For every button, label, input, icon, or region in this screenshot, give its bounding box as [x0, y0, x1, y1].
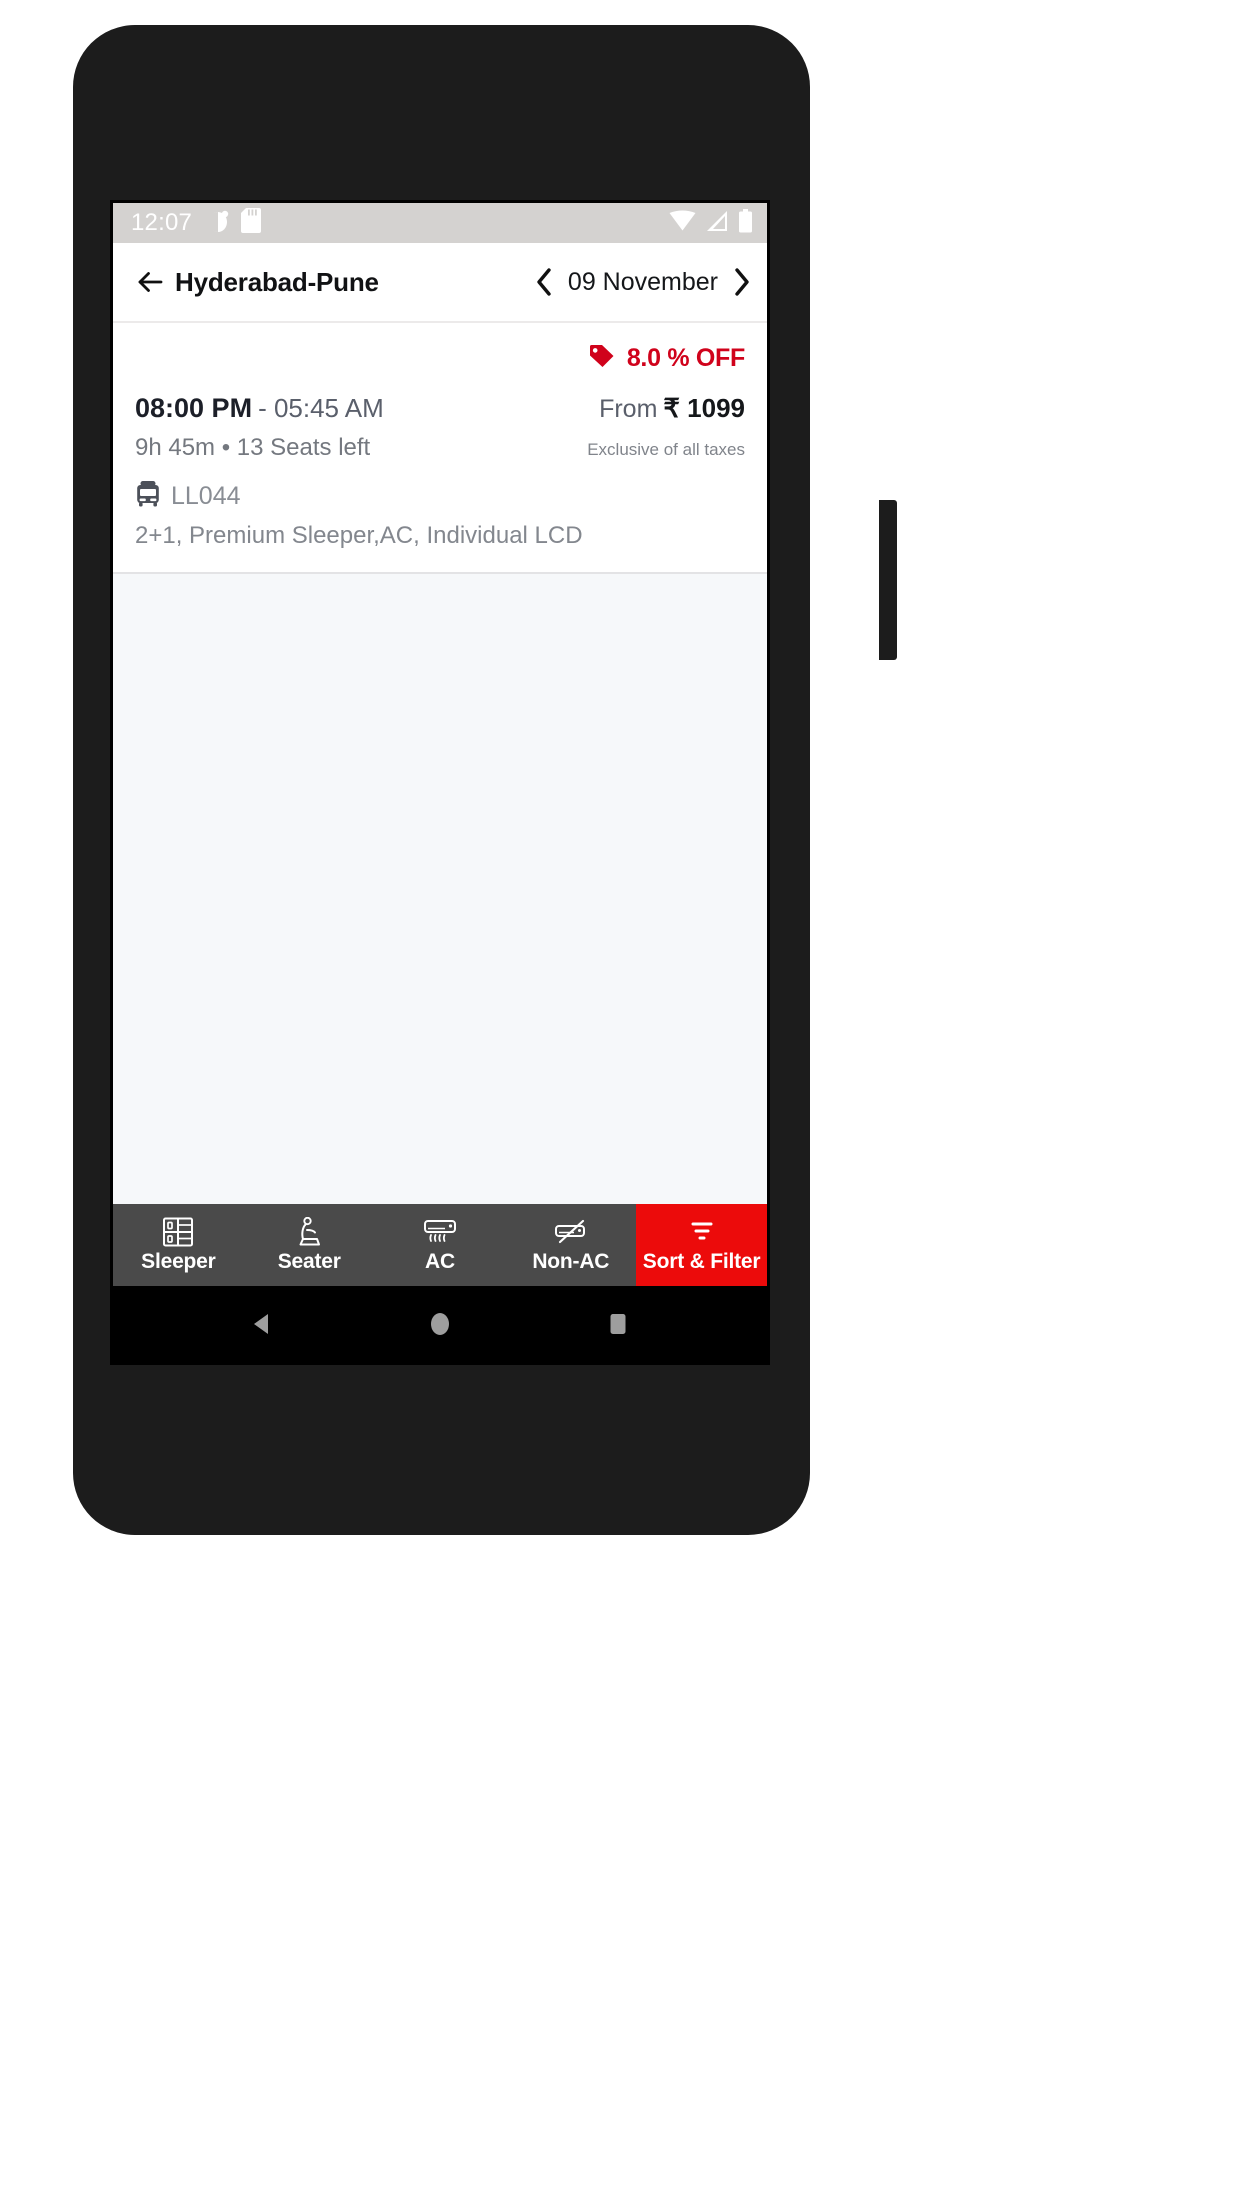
android-navigation-bar	[113, 1286, 767, 1362]
status-bar: 12:07	[113, 203, 767, 243]
tax-note-label: Exclusive of all taxes	[587, 440, 745, 459]
filter-item-seater[interactable]: Seater	[244, 1204, 375, 1286]
duration-and-tax-row: 9h 45m • 13 Seats left Exclusive of all …	[135, 434, 745, 462]
chevron-left-icon[interactable]	[535, 268, 554, 296]
no-air-conditioner-icon	[554, 1217, 588, 1247]
page-title: Hyderabad-Pune	[175, 266, 379, 297]
filter-label-ac: AC	[425, 1249, 455, 1273]
nav-back-triangle-icon[interactable]	[247, 1309, 277, 1339]
filter-bar: Sleeper Seater AC Non-AC Sort & Filter	[113, 1204, 767, 1286]
price-tag-icon	[588, 343, 615, 374]
nav-recents-square-icon[interactable]	[603, 1309, 633, 1339]
filter-item-sort-and-filter[interactable]: Sort & Filter	[636, 1204, 767, 1286]
status-bar-clock: 12:07	[131, 209, 193, 236]
phone-screen: 12:07 Hyderabad-Pune 09 November 8.0 % O…	[110, 200, 770, 1365]
arrival-time: - 05:45 AM	[258, 393, 384, 423]
power-button[interactable]	[879, 500, 897, 660]
price-from-label: From	[599, 395, 658, 423]
filter-item-sleeper[interactable]: Sleeper	[113, 1204, 244, 1286]
filter-label-non-ac: Non-AC	[532, 1249, 610, 1273]
date-navigator: 09 November	[535, 268, 751, 297]
arrow-left-icon[interactable]	[135, 267, 165, 297]
cell-signal-icon	[705, 210, 729, 237]
sd-card-icon	[241, 208, 262, 238]
do-not-disturb-icon	[208, 209, 230, 238]
air-conditioner-icon	[423, 1217, 457, 1247]
results-list-area[interactable]	[113, 574, 767, 1204]
filter-label-sleeper: Sleeper	[141, 1249, 216, 1273]
bus-amenities-label: 2+1, Premium Sleeper,AC, Individual LCD	[135, 522, 583, 549]
bus-icon	[135, 480, 161, 512]
times-and-price-row: 08:00 PM - 05:45 AM From ₹ 1099	[135, 393, 745, 424]
battery-icon	[738, 208, 753, 238]
price-block: From ₹ 1099	[599, 393, 745, 424]
discount-percent-label: 8.0 % OFF	[626, 343, 745, 372]
chevron-right-icon[interactable]	[732, 268, 751, 296]
duration-and-seats-label: 9h 45m • 13 Seats left	[135, 434, 371, 461]
app-header: Hyderabad-Pune 09 November	[113, 243, 767, 323]
bus-result-card[interactable]: 8.0 % OFF 08:00 PM - 05:45 AM From ₹ 1099…	[113, 323, 767, 574]
discount-badge: 8.0 % OFF	[135, 341, 745, 375]
filter-label-seater: Seater	[277, 1249, 341, 1273]
filter-lines-icon	[687, 1217, 717, 1247]
bus-identifier-row: LL044	[135, 480, 745, 512]
sleeper-berth-icon	[162, 1217, 194, 1247]
filter-label-sort-and-filter: Sort & Filter	[642, 1249, 761, 1273]
price-amount: ₹ 1099	[663, 393, 745, 423]
selected-date-label[interactable]: 09 November	[568, 268, 718, 297]
nav-home-circle-icon[interactable]	[425, 1309, 455, 1339]
filter-item-ac[interactable]: AC	[375, 1204, 506, 1286]
wifi-icon	[669, 210, 696, 236]
departure-time: 08:00 PM	[135, 393, 253, 423]
seat-icon	[294, 1216, 324, 1247]
bus-number-label: LL044	[171, 481, 241, 510]
filter-item-non-ac[interactable]: Non-AC	[505, 1204, 636, 1286]
